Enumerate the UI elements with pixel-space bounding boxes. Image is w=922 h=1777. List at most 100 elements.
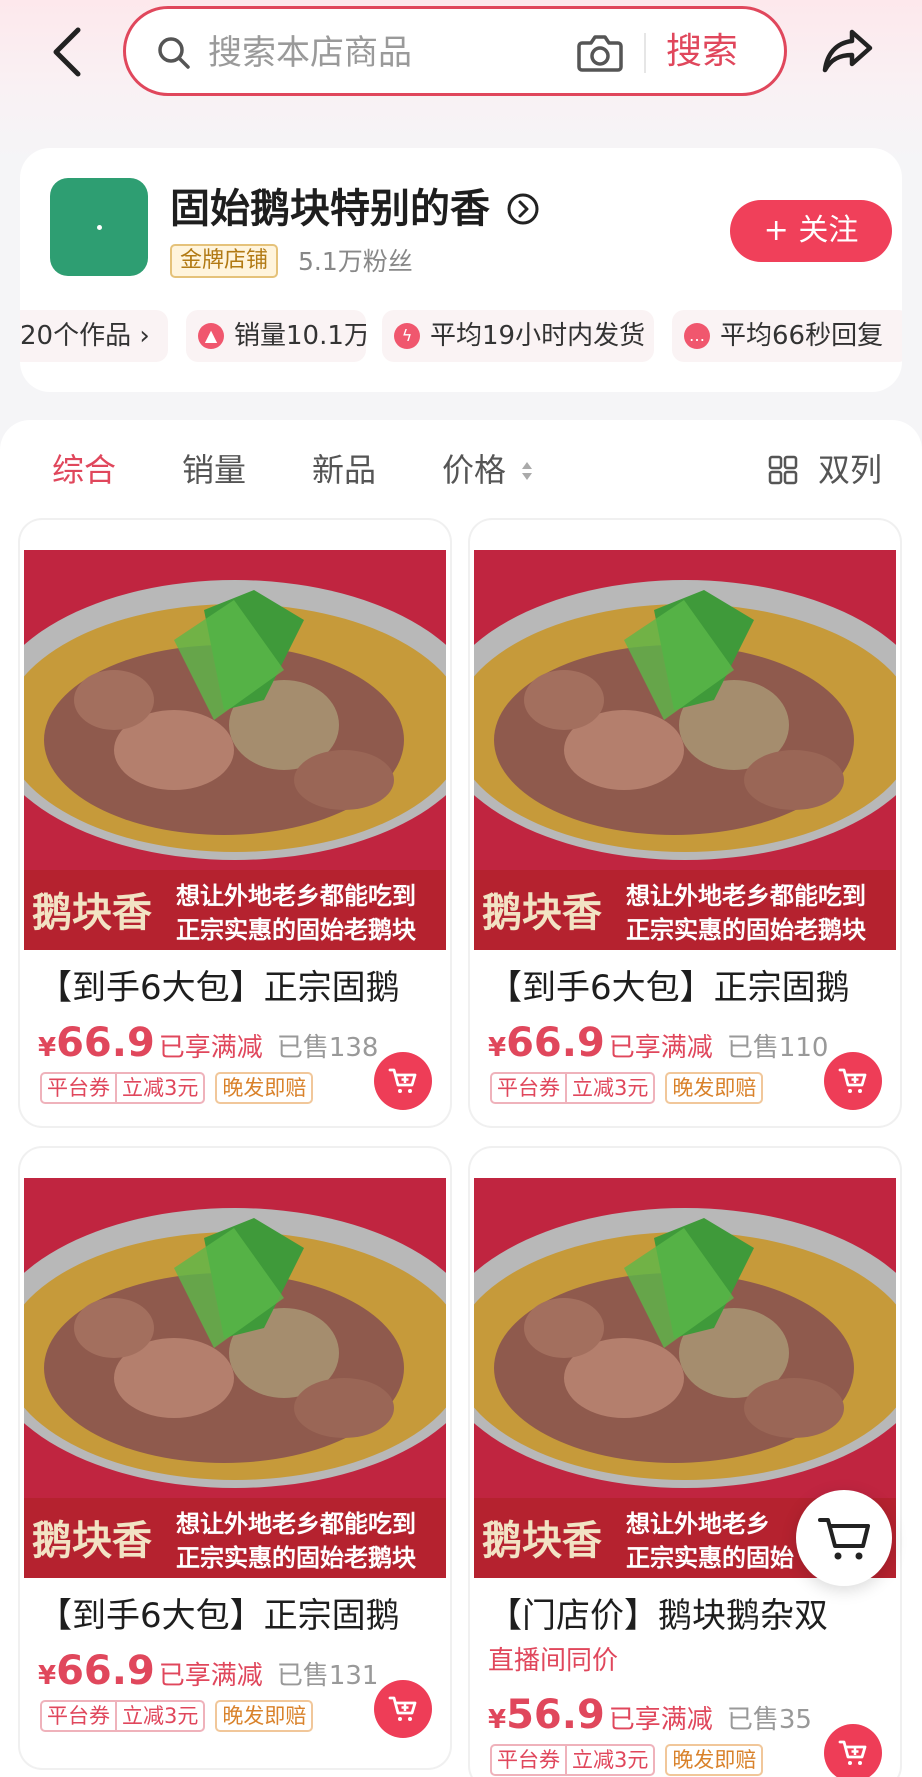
product-card[interactable]: 鹅块香 想让外地老乡都能吃到 正宗实惠的固始老鹅块 【到手6大包】正宗固鹅 ¥6… [20, 520, 450, 1126]
product-title[interactable]: 【门店价】鹅块鹅杂双 [488, 1592, 892, 1640]
price-value: 66.9 [56, 1648, 155, 1694]
tag-row: 平台券 立减3元 晚发即赔 [40, 1700, 314, 1734]
cart-plus-icon [838, 1068, 867, 1093]
banner-line-1: 想让外地老乡都能吃到 [176, 1510, 416, 1538]
price-row: ¥66.9 已享满减 已售110 [488, 1020, 828, 1070]
discount-label: 已享满减 [608, 1705, 713, 1735]
price-symbol: ¥ [488, 1705, 507, 1735]
price-row: ¥66.9 已享满减 已售131 [38, 1648, 378, 1698]
add-to-cart-button[interactable] [374, 1680, 432, 1738]
cart-plus-icon [388, 1696, 417, 1721]
cart-plus-icon [838, 1740, 867, 1765]
price-symbol: ¥ [488, 1033, 507, 1063]
product-image[interactable]: 鹅块香 想让外地老乡都能吃到 正宗实惠的固始老鹅块 [474, 550, 896, 950]
banner-brand: 鹅块香 [32, 889, 152, 936]
tab-price[interactable]: 价格 [442, 448, 506, 492]
stat-sales[interactable]: ▲ 销量10.1万 [186, 310, 366, 362]
tab-new[interactable]: 新品 [312, 448, 376, 492]
price-value: 66.9 [56, 1020, 155, 1066]
stat-works-label: 20个作品 › [20, 321, 150, 351]
layout-toggle[interactable]: 双列 [818, 448, 882, 492]
banner-line-1: 想让外地老乡都能吃到 [626, 882, 866, 910]
price-row: ¥66.9 已享满减 已售138 [38, 1020, 378, 1070]
banner-line-2: 正宗实惠的固始 [626, 1544, 794, 1572]
tag-row: 平台券 立减3元 晚发即赔 [40, 1072, 314, 1106]
guarantee-tag: 晚发即赔 [215, 1072, 314, 1104]
shop-card: 固始鹅块特别的香 金牌店铺 5.1万粉丝 + 关注 20个作品 › ▲ 销量10… [20, 148, 902, 392]
coupon-tag: 平台券 立减3元 [40, 1700, 206, 1732]
camera-icon[interactable] [576, 31, 624, 73]
tag-row: 平台券 立减3元 晚发即赔 [490, 1072, 764, 1106]
product-image[interactable]: 鹅块香 想让外地老乡都能吃到 正宗实惠的固始老鹅块 [24, 1178, 446, 1578]
price-value: 66.9 [506, 1020, 605, 1066]
coupon-tag: 平台券 立减3元 [490, 1072, 656, 1104]
add-to-cart-button[interactable] [824, 1052, 882, 1110]
back-button[interactable] [46, 24, 90, 80]
stat-shipping[interactable]: ϟ 平均19小时内发货 [382, 310, 654, 362]
floating-cart-button[interactable] [796, 1490, 892, 1586]
search-bar[interactable]: 搜索本店商品 搜索 [123, 6, 787, 96]
price-row: ¥56.9 已享满减 已售35 [488, 1692, 812, 1742]
banner-line-1: 想让外地老乡 [626, 1510, 770, 1538]
add-to-cart-button[interactable] [824, 1724, 882, 1777]
product-image[interactable]: 鹅块香 想让外地老乡都能吃到 正宗实惠的固始老鹅块 [24, 550, 446, 950]
sold-count: 已售138 [276, 1033, 379, 1063]
sales-icon: ▲ [198, 323, 224, 349]
search-icon [158, 37, 190, 69]
discount-label: 已享满减 [158, 1033, 263, 1063]
banner-brand: 鹅块香 [482, 889, 602, 936]
discount-label: 已享满减 [608, 1033, 713, 1063]
shop-stats-row: 20个作品 › ▲ 销量10.1万 ϟ 平均19小时内发货 … 平均66秒回复 [20, 310, 902, 362]
add-to-cart-button[interactable] [374, 1052, 432, 1110]
search-button[interactable]: 搜索 [666, 29, 738, 75]
stat-shipping-label: 平均19小时内发货 [430, 321, 646, 351]
banner-line-2: 正宗实惠的固始老鹅块 [176, 916, 416, 944]
banner-line-1: 想让外地老乡都能吃到 [176, 882, 416, 910]
tab-sales[interactable]: 销量 [182, 448, 246, 492]
guarantee-tag: 晚发即赔 [665, 1744, 764, 1776]
tab-comprehensive[interactable]: 综合 [52, 448, 116, 492]
chevron-right-circle-icon[interactable] [506, 192, 540, 226]
coupon-tag: 平台券 立减3元 [490, 1744, 656, 1776]
price-symbol: ¥ [38, 1033, 57, 1063]
shopping-cart-icon [818, 1518, 870, 1560]
sold-count: 已售110 [726, 1033, 829, 1063]
banner-brand: 鹅块香 [482, 1517, 602, 1564]
gold-shop-badge: 金牌店铺 [170, 244, 279, 278]
banner-brand: 鹅块香 [32, 1517, 152, 1564]
grid-icon[interactable] [768, 455, 798, 485]
guarantee-tag: 晚发即赔 [665, 1072, 764, 1104]
share-button[interactable] [820, 26, 876, 76]
tag-row: 平台券 立减3元 晚发即赔 [490, 1744, 764, 1777]
cart-plus-icon [388, 1068, 417, 1093]
product-card[interactable]: 鹅块香 想让外地老乡都能吃到 正宗实惠的固始老鹅块 【到手6大包】正宗固鹅 ¥6… [470, 520, 900, 1126]
product-title[interactable]: 【到手6大包】正宗固鹅 [38, 1592, 442, 1640]
stat-reply-label: 平均66秒回复 [720, 321, 884, 351]
product-card[interactable]: 鹅块香 想让外地老乡都能吃到 正宗实惠的固始老鹅块 【到手6大包】正宗固鹅 ¥6… [20, 1148, 450, 1768]
price-symbol: ¥ [38, 1661, 57, 1691]
product-title[interactable]: 【到手6大包】正宗固鹅 [38, 964, 442, 1012]
sold-count: 已售131 [276, 1661, 379, 1691]
guarantee-tag: 晚发即赔 [215, 1700, 314, 1732]
follow-button[interactable]: + 关注 [730, 200, 892, 262]
discount-label: 已享满减 [158, 1661, 263, 1691]
shop-avatar[interactable] [50, 178, 148, 276]
banner-line-2: 正宗实惠的固始老鹅块 [176, 1544, 416, 1572]
stat-works[interactable]: 20个作品 › [20, 310, 168, 362]
shop-name[interactable]: 固始鹅块特别的香 [170, 184, 490, 234]
product-card[interactable]: 鹅块香 想让外地老乡 正宗实惠的固始 【门店价】鹅块鹅杂双 直播间同价 ¥56.… [470, 1148, 900, 1777]
price-value: 56.9 [506, 1692, 605, 1738]
live-price-tag: 直播间同价 [488, 1646, 619, 1676]
search-input[interactable]: 搜索本店商品 [208, 31, 412, 75]
sort-arrows-icon [522, 462, 532, 480]
coupon-tag: 平台券 立减3元 [40, 1072, 206, 1104]
chevron-left-icon [53, 27, 81, 77]
share-icon [822, 29, 873, 73]
search-divider [644, 33, 646, 73]
product-title[interactable]: 【到手6大包】正宗固鹅 [488, 964, 892, 1012]
banner-line-2: 正宗实惠的固始老鹅块 [626, 916, 866, 944]
stat-reply[interactable]: … 平均66秒回复 [672, 310, 902, 362]
stat-sales-label: 销量10.1万 [234, 321, 366, 351]
fans-count: 5.1万粉丝 [298, 247, 413, 276]
chat-icon: … [684, 323, 710, 349]
